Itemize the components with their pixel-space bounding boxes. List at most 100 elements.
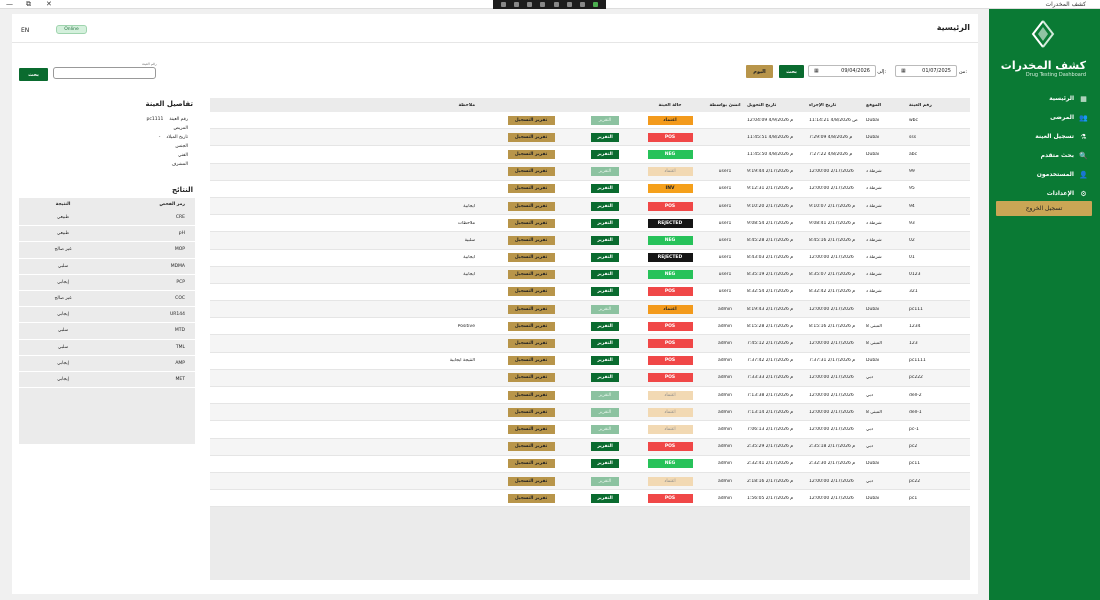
report-button[interactable]: التقرير <box>591 424 619 434</box>
table-row[interactable]: 123 المبنى 8 12:00:00 2/17/2026 7:45:12 2/1… <box>210 335 970 353</box>
detail-row: المشرف <box>128 160 188 169</box>
report-button[interactable]: التقرير <box>591 218 619 228</box>
sample-number-input[interactable] <box>53 67 156 79</box>
cell-transfer-date: 8:45:28 2/17/2026 م <box>747 237 794 243</box>
report-button[interactable]: التقرير <box>591 321 619 331</box>
sidebar-item-1[interactable]: المرضى 👥 <box>989 108 1100 127</box>
registration-report-button[interactable]: تقرير التسجيل <box>507 149 555 159</box>
report-button[interactable]: التقرير <box>591 235 619 245</box>
report-button[interactable]: التقرير <box>591 184 619 194</box>
registration-report-button[interactable]: تقرير التسجيل <box>507 407 555 417</box>
sidebar-item-2[interactable]: تسجيل العينة ⚗ <box>989 127 1100 146</box>
table-row[interactable]: 0123 شرطة د 8:35:07 2/17/2026 م 8:35:19 2/1… <box>210 266 970 284</box>
status-badge: اعتماد <box>647 390 693 400</box>
registration-report-button[interactable]: تقرير التسجيل <box>507 424 555 434</box>
table-row[interactable]: pc111 Dubai 12:00:00 2/17/2026 8:19:43 2/17… <box>210 301 970 319</box>
table-row[interactable]: abc Dubai 7:27:22 4/8/2026 م 11:45:50 4/8/2… <box>210 146 970 164</box>
table-row[interactable]: 94 شرطة د 9:10:07 2/17/2026 م 9:10:20 2/17/… <box>210 197 970 216</box>
registration-report-button[interactable]: تقرير التسجيل <box>507 321 555 331</box>
report-button[interactable]: التقرير <box>591 356 619 366</box>
search-button[interactable]: بحث <box>779 65 804 78</box>
report-button[interactable]: التقرير <box>591 304 619 314</box>
registration-report-button[interactable]: تقرير التسجيل <box>507 356 555 366</box>
registration-report-button[interactable]: تقرير التسجيل <box>507 459 555 469</box>
report-button[interactable]: التقرير <box>591 407 619 417</box>
minimize-icon[interactable]: — <box>6 0 13 9</box>
table-row[interactable]: pc22 دبي 12:00:00 2/17/2026 2:18:16 2/17/20… <box>210 472 970 491</box>
registration-report-button[interactable]: تقرير التسجيل <box>507 339 555 349</box>
tray-icon[interactable] <box>514 2 520 7</box>
report-button[interactable]: التقرير <box>591 115 619 125</box>
registration-report-button[interactable]: تقرير التسجيل <box>507 287 555 297</box>
registration-report-button[interactable]: تقرير التسجيل <box>507 132 555 142</box>
report-button[interactable]: التقرير <box>591 270 619 280</box>
table-row[interactable]: 321 شرطة د 8:32:42 2/17/2026 م 8:32:54 2/17… <box>210 283 970 302</box>
registration-report-button[interactable]: تقرير التسجيل <box>507 270 555 280</box>
tray-icon[interactable] <box>527 2 533 7</box>
table-row[interactable]: 95 شرطة د 12:00:00 2/17/2026 9:12:31 2/17/2… <box>210 180 970 198</box>
registration-report-button[interactable]: تقرير التسجيل <box>507 184 555 194</box>
table-row[interactable]: dell-1 المبنى 8 12:00:00 2/17/2026 7:13:14 … <box>210 404 970 422</box>
registration-report-button[interactable]: تقرير التسجيل <box>507 442 555 452</box>
registration-report-button[interactable]: تقرير التسجيل <box>507 218 555 228</box>
tray-icon[interactable] <box>501 2 507 7</box>
report-button[interactable]: التقرير <box>591 339 619 349</box>
table-row[interactable]: pc1111 Dubai 7:37:31 2/17/2026 م 7:37:42 2/… <box>210 352 970 370</box>
cell-created-by: admin <box>717 341 733 347</box>
registration-report-button[interactable]: تقرير التسجيل <box>507 253 555 263</box>
sidebar-item-3[interactable]: بحث متقدم 🔍 <box>989 146 1100 165</box>
report-button[interactable]: التقرير <box>591 253 619 263</box>
table-row[interactable]: pc1 Dubai 12:00:00 2/17/2026 1:56:05 2/17/2… <box>210 490 970 508</box>
sidebar-item-4[interactable]: المستخدمون 👤 <box>989 165 1100 184</box>
cell-register: تقرير التسجيل <box>485 442 577 452</box>
report-button[interactable]: التقرير <box>591 459 619 469</box>
table-row[interactable]: pc-1 دبي 12:00:00 2/17/2026 7:06:13 2/17/20… <box>210 421 970 439</box>
registration-report-button[interactable]: تقرير التسجيل <box>507 476 555 486</box>
table-row[interactable]: 99 شرطة د 12:00:00 2/17/2026 9:19:44 2/17/2… <box>210 163 970 181</box>
tray-icon[interactable] <box>566 2 572 7</box>
close-icon[interactable]: ✕ <box>46 0 52 9</box>
registration-report-button[interactable]: تقرير التسجيل <box>507 235 555 245</box>
table-row[interactable]: pc222 دبي 12:00:00 2/17/2026 7:33:33 2/17/2… <box>210 369 970 387</box>
table-row[interactable]: 01 شرطة د 12:00:00 2/17/2026 8:43:03 2/17/2… <box>210 249 970 267</box>
calendar-icon[interactable]: ▦ <box>901 68 906 74</box>
report-button[interactable]: التقرير <box>591 442 619 452</box>
report-button[interactable]: التقرير <box>591 287 619 297</box>
tray-icon[interactable] <box>579 2 585 7</box>
logout-button[interactable]: تسجيل الخروج <box>996 201 1092 216</box>
table-row[interactable]: pc11 Dubai 2:32:30 2/17/2026 م 2:32:41 2/17… <box>210 455 970 473</box>
restore-icon[interactable]: ⧉ <box>26 0 31 9</box>
sidebar-item-0[interactable]: الرئيسية ▦ <box>989 89 1100 108</box>
table-row[interactable]: wbc Dubai 11:14:21 4/8/2026 ص 12:04:09 4/9/… <box>210 112 970 130</box>
language-toggle[interactable]: EN <box>21 27 29 34</box>
registration-report-button[interactable]: تقرير التسجيل <box>507 115 555 125</box>
tray-icon[interactable] <box>592 2 598 7</box>
table-row[interactable]: pc2 دبي 2:35:18 2/17/2026 م 2:35:29 2/17/20… <box>210 438 970 456</box>
report-button[interactable]: التقرير <box>591 493 619 503</box>
table-row[interactable]: 02 شرطة د 8:45:16 2/17/2026 م 8:45:28 2/17/… <box>210 232 970 250</box>
from-date-picker[interactable]: ▦ 01/07/2025 <box>895 65 957 77</box>
registration-report-button[interactable]: تقرير التسجيل <box>507 390 555 400</box>
table-row[interactable]: dell-2 دبي 12:00:00 2/17/2026 7:13:38 2/17/… <box>210 387 970 405</box>
to-date-picker[interactable]: ▦ 09/04/2026 <box>808 65 876 77</box>
registration-report-button[interactable]: تقرير التسجيل <box>507 373 555 383</box>
tray-icon[interactable] <box>553 2 559 7</box>
registration-report-button[interactable]: تقرير التسجيل <box>507 167 555 177</box>
registration-report-button[interactable]: تقرير التسجيل <box>507 304 555 314</box>
table-row[interactable]: 93 شرطة د 9:08:41 2/17/2026 م 9:08:54 2/17/… <box>210 215 970 233</box>
report-button[interactable]: التقرير <box>591 390 619 400</box>
report-button[interactable]: التقرير <box>591 476 619 486</box>
table-row[interactable]: 1234 المبنى 8 8:15:16 2/17/2026 م 8:15:28 2… <box>210 318 970 336</box>
report-button[interactable]: التقرير <box>591 167 619 177</box>
report-button[interactable]: التقرير <box>591 201 619 211</box>
tray-icon[interactable] <box>540 2 546 7</box>
registration-report-button[interactable]: تقرير التسجيل <box>507 201 555 211</box>
report-button[interactable]: التقرير <box>591 373 619 383</box>
report-button[interactable]: التقرير <box>591 149 619 159</box>
today-button[interactable]: اليوم <box>746 65 773 78</box>
registration-report-button[interactable]: تقرير التسجيل <box>507 493 555 503</box>
table-row[interactable]: sss Dubai 7:29:09 4/8/2026 م 11:45:51 4/8/2… <box>210 129 970 147</box>
calendar-icon[interactable]: ▦ <box>814 68 819 74</box>
report-button[interactable]: التقرير <box>591 132 619 142</box>
sample-search-button[interactable]: بحث <box>19 68 48 81</box>
